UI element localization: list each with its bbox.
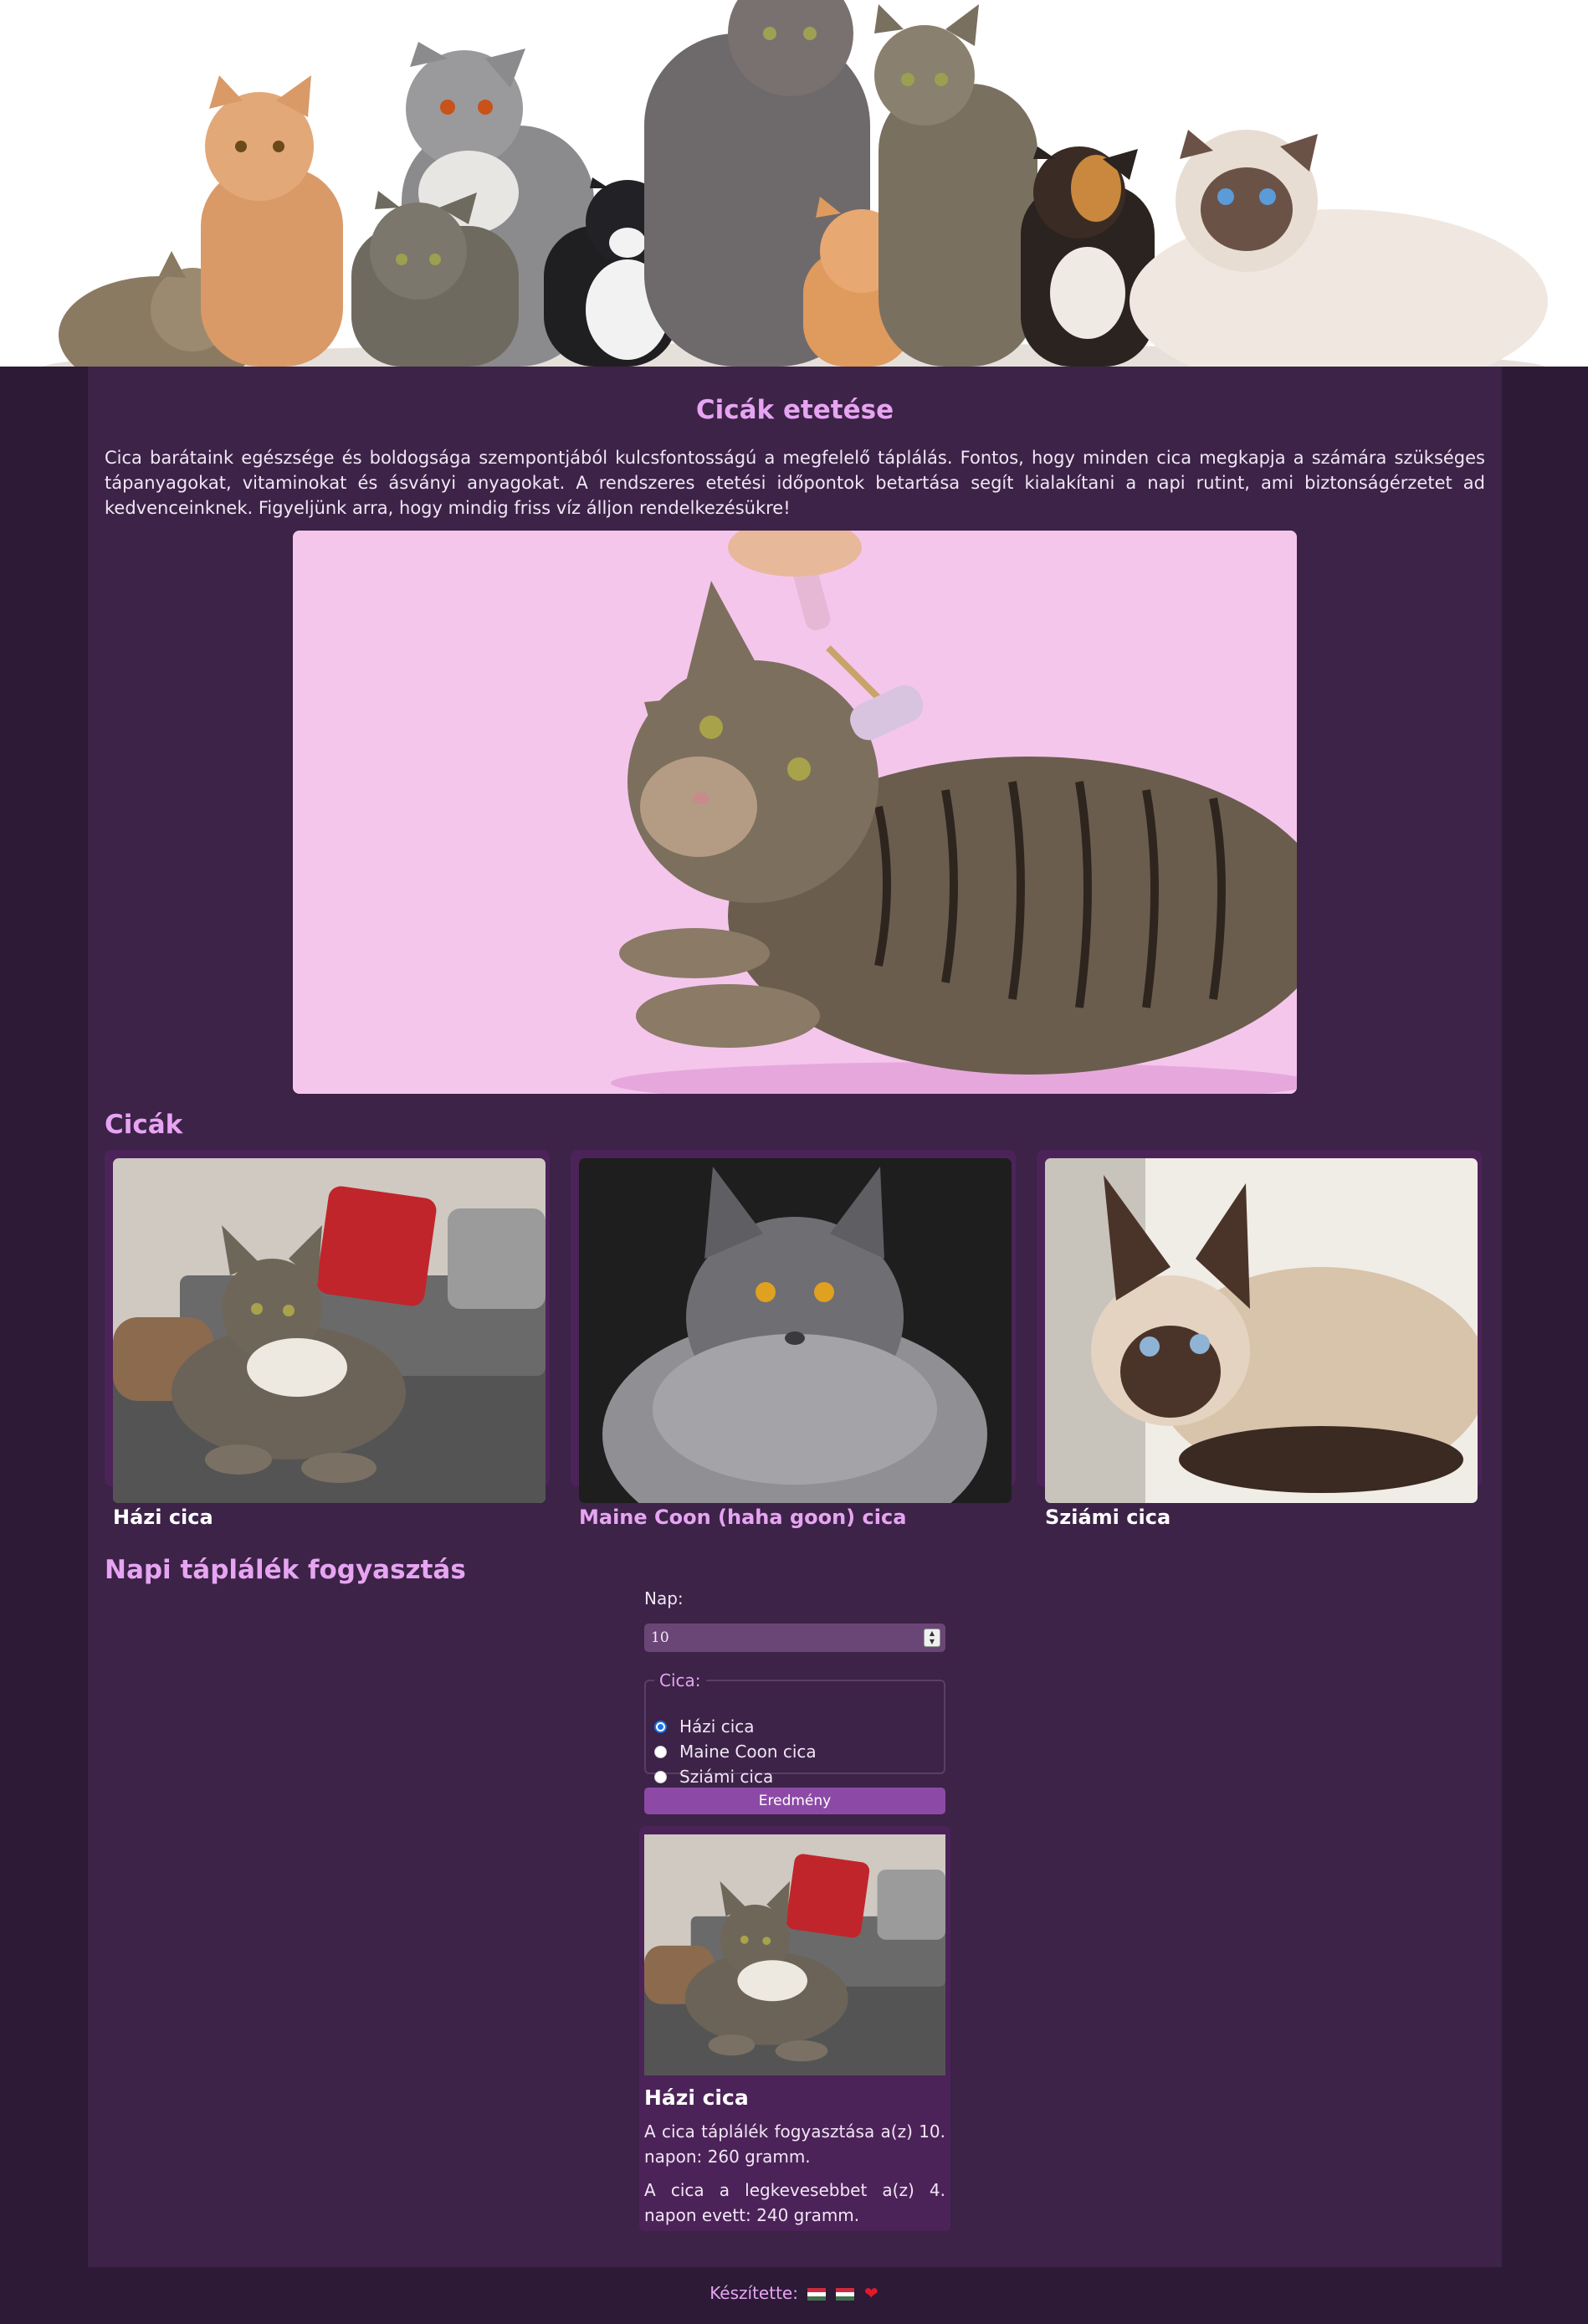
footer-text: Készítette: — [709, 2283, 798, 2303]
consumption-section-title: Napi táplálék fogyasztás — [105, 1555, 466, 1585]
result-minimum-consumption: A cica a legkevesebbet a(z) 4. napon eve… — [644, 2180, 945, 2225]
cat-card-name: Házi cica — [113, 1506, 213, 1529]
result-button[interactable]: Eredmény — [644, 1788, 945, 1814]
radio-label: Sziámi cica — [679, 1767, 774, 1787]
cat-card-sziami[interactable]: Sziámi cica — [1037, 1150, 1482, 1529]
day-value: 10 — [651, 1629, 669, 1646]
radio-option-maine-coon[interactable]: Maine Coon cica — [654, 1741, 817, 1762]
radio-button[interactable] — [654, 1745, 667, 1758]
cat-card-name: Maine Coon (haha goon) cica — [579, 1506, 907, 1529]
cat-cards: Házi cica Maine Coon (haha goon) cica Sz… — [105, 1150, 1485, 1529]
result-cat-name: Házi cica — [644, 2085, 749, 2110]
radio-label: Házi cica — [679, 1716, 755, 1737]
radio-label: Maine Coon cica — [679, 1742, 817, 1762]
cat-fieldset: Cica: Házi cica Maine Coon cica Sziámi c… — [644, 1670, 945, 1787]
cat-card-hazi[interactable]: Házi cica — [105, 1150, 550, 1529]
cat-card-maine-coon[interactable]: Maine Coon (haha goon) cica — [571, 1150, 1016, 1529]
day-label: Nap: — [644, 1588, 684, 1608]
page-title: Cicák etetése — [695, 395, 894, 425]
main-content: Cicák etetése Cica barátaink egészsége é… — [88, 367, 1502, 2267]
header-banner-image — [0, 0, 1588, 367]
cats-section-title: Cicák — [105, 1110, 183, 1140]
sziami-cica-photo — [1045, 1158, 1478, 1503]
radio-option-hazi[interactable]: Házi cica — [654, 1716, 755, 1737]
hungarian-flag-icon — [807, 2288, 827, 2301]
result-card: Házi cica A cica táplálék fogyasztása a(… — [639, 1826, 950, 2231]
intro-paragraph: Cica barátaink egészsége és boldogsága s… — [105, 448, 1485, 518]
footer: Készítette: ❤ — [0, 2283, 1588, 2303]
number-spinner[interactable]: ▲ ▼ — [924, 1629, 940, 1647]
radio-button[interactable] — [654, 1720, 667, 1733]
result-cat-photo — [644, 1834, 945, 2075]
radio-button[interactable] — [654, 1770, 667, 1783]
cat-legend: Cica: — [659, 1670, 701, 1690]
day-number-input[interactable]: 10 ▲ ▼ — [644, 1624, 945, 1652]
result-daily-consumption: A cica táplálék fogyasztása a(z) 10. nap… — [644, 2121, 945, 2167]
hazi-cica-photo — [113, 1158, 546, 1503]
radio-option-sziami[interactable]: Sziámi cica — [654, 1766, 773, 1788]
cat-card-name: Sziámi cica — [1045, 1506, 1171, 1529]
heart-icon: ❤ — [864, 2283, 879, 2303]
hero-cat-image — [293, 531, 1297, 1094]
maine-coon-photo — [579, 1158, 1012, 1503]
hungarian-flag-icon — [835, 2288, 854, 2301]
